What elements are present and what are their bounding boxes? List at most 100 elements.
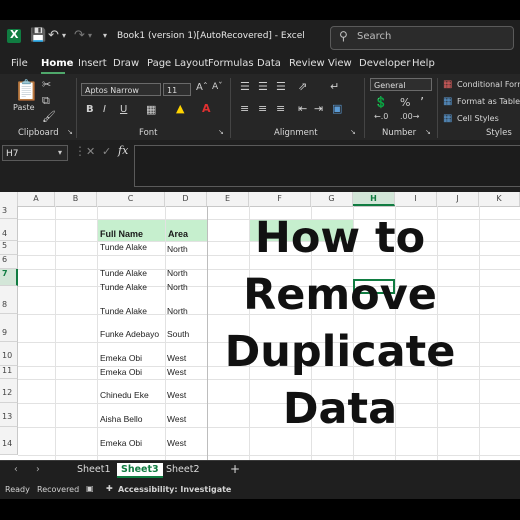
copy-icon[interactable]: ⧉ xyxy=(42,94,50,108)
cell-area[interactable]: West xyxy=(167,367,186,377)
cell-area[interactable]: West xyxy=(167,390,186,400)
accessibility-icon[interactable]: ✚ xyxy=(106,484,113,493)
cell-area[interactable]: West xyxy=(167,414,186,424)
cell-area[interactable]: West xyxy=(167,353,186,363)
column-header[interactable]: B xyxy=(55,192,97,206)
save-icon[interactable]: 💾 xyxy=(30,28,46,43)
decrease-font-icon[interactable]: Aˇ xyxy=(212,82,223,92)
cell-full-name[interactable]: Aisha Bello xyxy=(100,414,143,424)
column-header[interactable]: G xyxy=(311,192,353,206)
tab-draw[interactable]: Draw xyxy=(113,58,139,69)
tab-insert[interactable]: Insert xyxy=(78,58,107,69)
column-header[interactable]: C xyxy=(97,192,165,206)
tab-file[interactable]: File xyxy=(11,58,28,69)
sheet-tab-sheet2[interactable]: Sheet2 xyxy=(166,464,200,475)
cell-full-name[interactable]: Emeka Obi xyxy=(100,438,142,448)
column-header[interactable]: A xyxy=(18,192,55,206)
column-header[interactable]: D xyxy=(165,192,207,206)
align-center-icon[interactable]: ≡ xyxy=(258,102,267,115)
cut-icon[interactable]: ✂ xyxy=(42,78,51,91)
confirm-entry-icon[interactable]: ✓ xyxy=(102,145,111,158)
undo-dropdown-icon[interactable]: ▾ xyxy=(62,31,66,40)
decrease-indent-icon[interactable]: ⇤ xyxy=(298,102,307,115)
row-header[interactable]: 3 xyxy=(0,206,18,219)
undo-icon[interactable]: ↶ xyxy=(48,28,59,43)
add-sheet-icon[interactable]: + xyxy=(230,462,240,476)
format-as-table-button[interactable]: Format as Table xyxy=(457,97,520,106)
scroll-sheets-right-icon[interactable]: › xyxy=(36,464,40,475)
clipboard-launcher-icon[interactable]: ↘ xyxy=(67,128,73,136)
bold-icon[interactable]: B xyxy=(86,104,94,115)
cell-styles-button[interactable]: Cell Styles xyxy=(457,114,499,123)
cell-area[interactable]: North xyxy=(167,268,188,278)
align-right-icon[interactable]: ≡ xyxy=(276,102,285,115)
conditional-formatting-button[interactable]: Conditional Forma xyxy=(457,80,520,89)
fill-color-icon[interactable]: ▲ xyxy=(176,102,184,115)
redo-dropdown-icon[interactable]: ▾ xyxy=(88,31,92,40)
merge-center-icon[interactable]: ▣ xyxy=(332,102,342,115)
column-header-selected[interactable]: H xyxy=(353,192,395,206)
row-header[interactable]: 4 xyxy=(0,219,18,241)
column-header[interactable]: J xyxy=(437,192,479,206)
font-color-icon[interactable]: A xyxy=(202,102,211,115)
tab-home[interactable]: Home xyxy=(41,58,73,69)
search-input[interactable]: ⚲ Search xyxy=(330,26,514,50)
row-header[interactable]: 6 xyxy=(0,255,18,269)
cell-area[interactable]: North xyxy=(167,306,188,316)
customize-toolbar-icon[interactable]: ▾ xyxy=(103,31,107,40)
cell-full-name[interactable]: Chinedu Eke xyxy=(100,390,149,400)
paste-icon[interactable]: 📋 xyxy=(14,78,39,102)
increase-indent-icon[interactable]: ⇥ xyxy=(314,102,323,115)
percent-icon[interactable]: % xyxy=(400,96,410,109)
format-painter-icon[interactable]: 🖌 xyxy=(42,110,56,123)
row-header[interactable]: 9 xyxy=(0,314,18,342)
row-header[interactable]: 13 xyxy=(0,403,18,427)
increase-decimal-icon[interactable]: ←.0 xyxy=(374,112,388,121)
font-name-select[interactable]: Aptos Narrow xyxy=(81,83,161,96)
column-header[interactable]: F xyxy=(249,192,311,206)
column-header[interactable]: E xyxy=(207,192,249,206)
underline-icon[interactable]: U xyxy=(120,104,127,115)
header-full-name[interactable]: Full Name xyxy=(98,220,165,241)
cell-full-name[interactable]: Tunde Alake xyxy=(100,306,147,316)
number-launcher-icon[interactable]: ↘ xyxy=(425,128,431,136)
cell-area[interactable]: North xyxy=(167,244,188,254)
tab-help[interactable]: Help xyxy=(412,58,435,69)
select-all-corner[interactable] xyxy=(0,192,18,206)
column-header[interactable]: I xyxy=(395,192,437,206)
increase-font-icon[interactable]: Aˆ xyxy=(196,82,208,93)
row-header[interactable]: 5 xyxy=(0,241,18,255)
tab-page-layout[interactable]: Page Layout xyxy=(147,58,208,69)
decrease-decimal-icon[interactable]: .00→ xyxy=(400,112,419,121)
sheet-tab-sheet1[interactable]: Sheet1 xyxy=(77,464,111,475)
cell-full-name[interactable]: Tunde Alake xyxy=(100,282,147,292)
accounting-format-icon[interactable]: 💲 xyxy=(374,96,388,109)
macro-record-icon[interactable]: ▣ xyxy=(86,484,94,493)
cell-full-name[interactable]: Emeka Obi xyxy=(100,353,142,363)
italic-icon[interactable]: I xyxy=(103,104,106,115)
format-table-icon[interactable]: ▦ xyxy=(443,96,452,107)
cell-area[interactable]: West xyxy=(167,438,186,448)
tab-review[interactable]: Review xyxy=(289,58,325,69)
alignment-launcher-icon[interactable]: ↘ xyxy=(350,128,356,136)
cell-area[interactable]: North xyxy=(167,282,188,292)
cell-area[interactable]: South xyxy=(167,329,189,339)
name-box-dropdown-icon[interactable]: ▾ xyxy=(58,148,62,157)
align-left-icon[interactable]: ≡ xyxy=(240,102,249,115)
align-top-icon[interactable]: ☰ xyxy=(240,80,250,93)
cell-full-name[interactable]: Tunde Alake xyxy=(100,268,147,278)
sheet-tab-sheet3[interactable]: Sheet3 xyxy=(117,463,163,478)
font-size-select[interactable]: 11 xyxy=(163,83,191,96)
row-header[interactable]: 12 xyxy=(0,379,18,403)
row-header[interactable]: 11 xyxy=(0,366,18,379)
row-header[interactable]: 10 xyxy=(0,342,18,366)
orientation-icon[interactable]: ⇗ xyxy=(298,80,307,93)
row-header[interactable]: 14 xyxy=(0,427,18,455)
row-header[interactable]: 8 xyxy=(0,286,18,314)
cell-full-name[interactable]: Emeka Obi xyxy=(100,367,142,377)
header-area[interactable]: Area xyxy=(166,220,207,241)
font-launcher-icon[interactable]: ↘ xyxy=(218,128,224,136)
insert-function-icon[interactable]: fx xyxy=(118,144,128,157)
redo-icon[interactable]: ↷ xyxy=(74,28,85,43)
cell-full-name[interactable]: Tunde Alake xyxy=(100,242,147,252)
